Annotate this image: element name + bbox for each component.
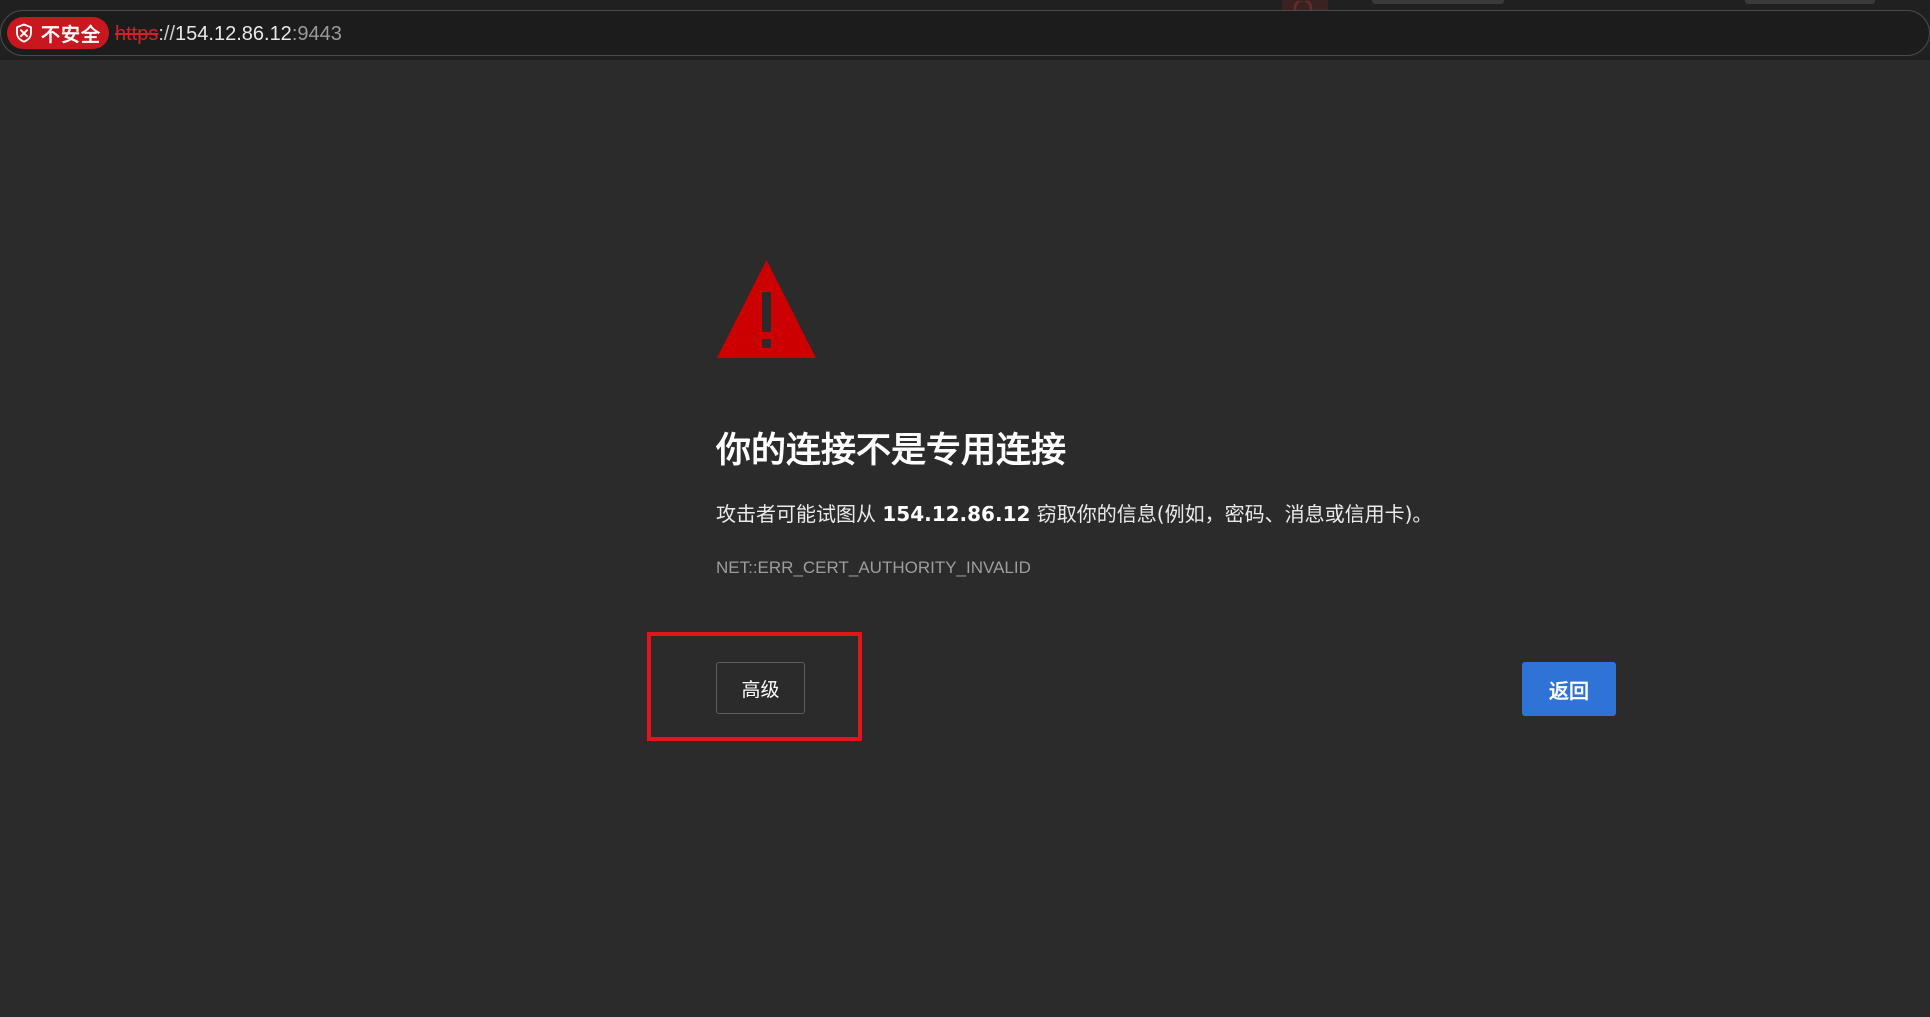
url-port: :9443 xyxy=(291,23,342,45)
address-bar[interactable]: 不安全 https://154.12.86.12:9443 xyxy=(0,10,1930,56)
url-scheme: https xyxy=(115,23,159,45)
description-suffix: 窃取你的信息(例如，密码、消息或信用卡)。 xyxy=(1030,502,1433,526)
browser-top-strip: 不安全 https://154.12.86.12:9443 xyxy=(0,0,1930,60)
shield-warning-icon xyxy=(15,23,33,43)
url-host: 154.12.86.12 xyxy=(175,23,292,45)
security-status-label: 不安全 xyxy=(41,23,102,46)
error-code: NET::ERR_CERT_AUTHORITY_INVALID xyxy=(716,558,1031,577)
url-text[interactable]: https://154.12.86.12:9443 xyxy=(115,21,342,47)
advanced-button[interactable]: 高级 xyxy=(716,662,805,714)
description-prefix: 攻击者可能试图从 xyxy=(716,502,883,526)
warning-description: 攻击者可能试图从 154.12.86.12 窃取你的信息(例如，密码、消息或信用… xyxy=(716,500,1432,528)
warning-triangle-icon xyxy=(716,258,817,360)
page-title: 你的连接不是专用连接 xyxy=(716,431,1067,471)
tab-strip-edge xyxy=(1372,0,1504,4)
security-status-chip[interactable]: 不安全 xyxy=(7,17,109,49)
back-button[interactable]: 返回 xyxy=(1522,662,1616,716)
url-separator: :// xyxy=(158,23,176,45)
description-host: 154.12.86.12 xyxy=(882,502,1031,526)
tab-strip-edge xyxy=(1745,0,1875,4)
